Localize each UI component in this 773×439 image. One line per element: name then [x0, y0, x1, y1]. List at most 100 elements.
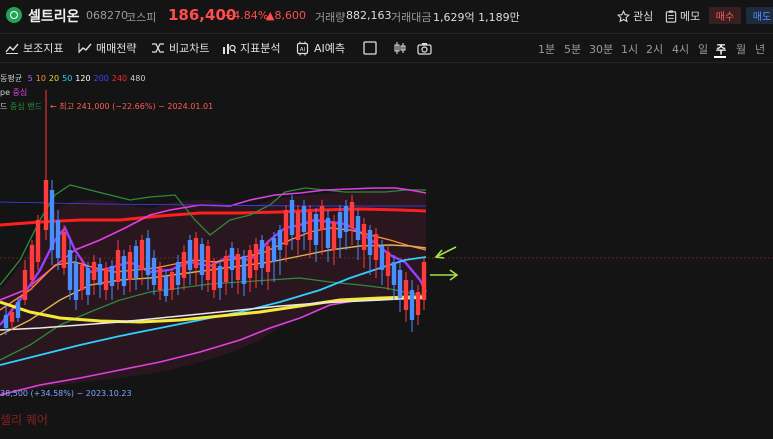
ma-period-10[interactable]: 10: [36, 74, 46, 83]
band-center: 중심: [9, 102, 25, 111]
period-1min[interactable]: 1분: [538, 41, 555, 57]
ma-period-120[interactable]: 120: [75, 74, 90, 83]
candle-body: [421, 262, 427, 300]
ai-chip-icon: AI: [296, 41, 309, 55]
memo-icon: [665, 9, 677, 23]
candle-body: [355, 216, 361, 240]
candle-body: [265, 246, 271, 272]
stock-name[interactable]: 셀트리온: [28, 6, 80, 26]
candle-body: [73, 262, 79, 300]
band-suffix: 밴드: [27, 102, 42, 111]
period-month[interactable]: 월: [736, 41, 746, 57]
ma-legend[interactable]: 동평균 5 10 20 50 120 200 240 480: [0, 73, 145, 84]
candle-body: [157, 268, 163, 290]
candle-body: [67, 250, 73, 290]
candle-body: [29, 245, 35, 280]
candlestick-icon: [394, 42, 406, 54]
chart-toolbar: 보조지표 매매전략 비교차트 지표분석 AI AI예측 1분 5분 30분 1시…: [0, 33, 773, 63]
candle-body: [3, 315, 9, 328]
candle-body: [301, 206, 307, 232]
ai-predict-label: AI예측: [314, 42, 346, 55]
candle-body: [289, 200, 295, 235]
strategy-tool[interactable]: 매매전략: [78, 39, 136, 57]
candle-body: [79, 265, 85, 290]
ma-period-200[interactable]: 200: [94, 74, 109, 83]
period-week[interactable]: 주: [716, 41, 726, 57]
candle-body: [241, 256, 247, 284]
sell-button[interactable]: 매도: [746, 7, 773, 24]
candle-body: [211, 264, 217, 290]
candle-body: [229, 248, 235, 270]
candle-body: [133, 246, 139, 278]
analysis-icon: [223, 43, 236, 54]
envelope-title: pe: [0, 88, 10, 97]
buy-button[interactable]: 매수: [709, 7, 741, 24]
period-day[interactable]: 일: [698, 41, 708, 57]
candle-body: [55, 220, 61, 258]
green-arrow-icon: [434, 246, 457, 259]
candle-body: [373, 234, 379, 260]
memo-button[interactable]: 메모: [665, 7, 700, 25]
candle-body: [391, 262, 397, 285]
candle-body: [277, 230, 283, 250]
candle-body: [325, 218, 331, 248]
candle-body: [331, 222, 337, 250]
screenshot-button[interactable]: [417, 39, 432, 57]
candle-body: [43, 180, 49, 230]
period-5min[interactable]: 5분: [564, 41, 581, 57]
indicator-tool[interactable]: 보조지표: [5, 39, 63, 57]
candle-body: [35, 220, 41, 262]
candle-body: [121, 256, 127, 286]
candle-type-button[interactable]: [393, 39, 407, 57]
ma-period-20[interactable]: 20: [49, 74, 59, 83]
stock-code: 068270: [86, 9, 128, 22]
band-legend[interactable]: 드 중심 밴드: [0, 101, 42, 112]
stock-logo-icon: [6, 7, 22, 23]
candle-body: [175, 262, 181, 285]
price-chart[interactable]: 동평균 5 10 20 50 120 200 240 480 pe 중심 드 중심 밴드 ← …: [0, 62, 773, 439]
period-1hour[interactable]: 1시: [621, 41, 638, 57]
candle-body: [187, 240, 193, 270]
camera-icon: [417, 42, 432, 55]
band-title: 드: [0, 102, 8, 111]
candle-body: [145, 238, 151, 275]
ma-period-50[interactable]: 50: [62, 74, 72, 83]
candle-body: [349, 202, 355, 228]
candle-body: [85, 268, 91, 295]
period-year[interactable]: 년: [755, 41, 765, 57]
change-amount: ▲8,600: [266, 9, 306, 22]
period-4hour[interactable]: 4시: [672, 41, 689, 57]
period-2hour[interactable]: 2시: [646, 41, 663, 57]
chart-type-square-button[interactable]: [363, 39, 377, 57]
ma-period-480[interactable]: 480: [130, 74, 145, 83]
market-name: 코스피: [126, 11, 157, 24]
strategy-label: 매매전략: [96, 42, 137, 55]
analysis-tool[interactable]: 지표분석: [222, 39, 280, 57]
candle-body: [139, 240, 145, 270]
candle-body: [15, 302, 21, 318]
candle-body: [415, 292, 421, 315]
candle-body: [193, 238, 199, 268]
change-percent: +4.84%: [224, 9, 269, 22]
candle-body: [403, 280, 409, 310]
candle-body: [115, 250, 121, 282]
ai-predict-tool[interactable]: AI AI예측: [295, 39, 345, 57]
candle-body: [103, 268, 109, 290]
ma-period-240[interactable]: 240: [112, 74, 127, 83]
favorite-button[interactable]: 관심: [617, 7, 653, 25]
candle-body: [91, 262, 97, 280]
ma-period-5[interactable]: 5: [28, 74, 33, 83]
compare-label: 비교차트: [169, 42, 210, 55]
candle-body: [61, 232, 67, 268]
square-icon: [363, 41, 377, 55]
candle-body: [9, 312, 15, 322]
candle-body: [271, 238, 277, 262]
period-30min[interactable]: 30분: [589, 41, 613, 57]
candle-body: [319, 206, 325, 230]
candle-body: [205, 246, 211, 280]
amount-value: 1,629억 1,189만: [433, 11, 520, 24]
envelope-legend[interactable]: pe 중심: [0, 87, 27, 98]
compare-tool[interactable]: 비교차트: [151, 39, 209, 57]
chart-canvas[interactable]: [0, 62, 773, 439]
candle-body: [97, 264, 103, 285]
